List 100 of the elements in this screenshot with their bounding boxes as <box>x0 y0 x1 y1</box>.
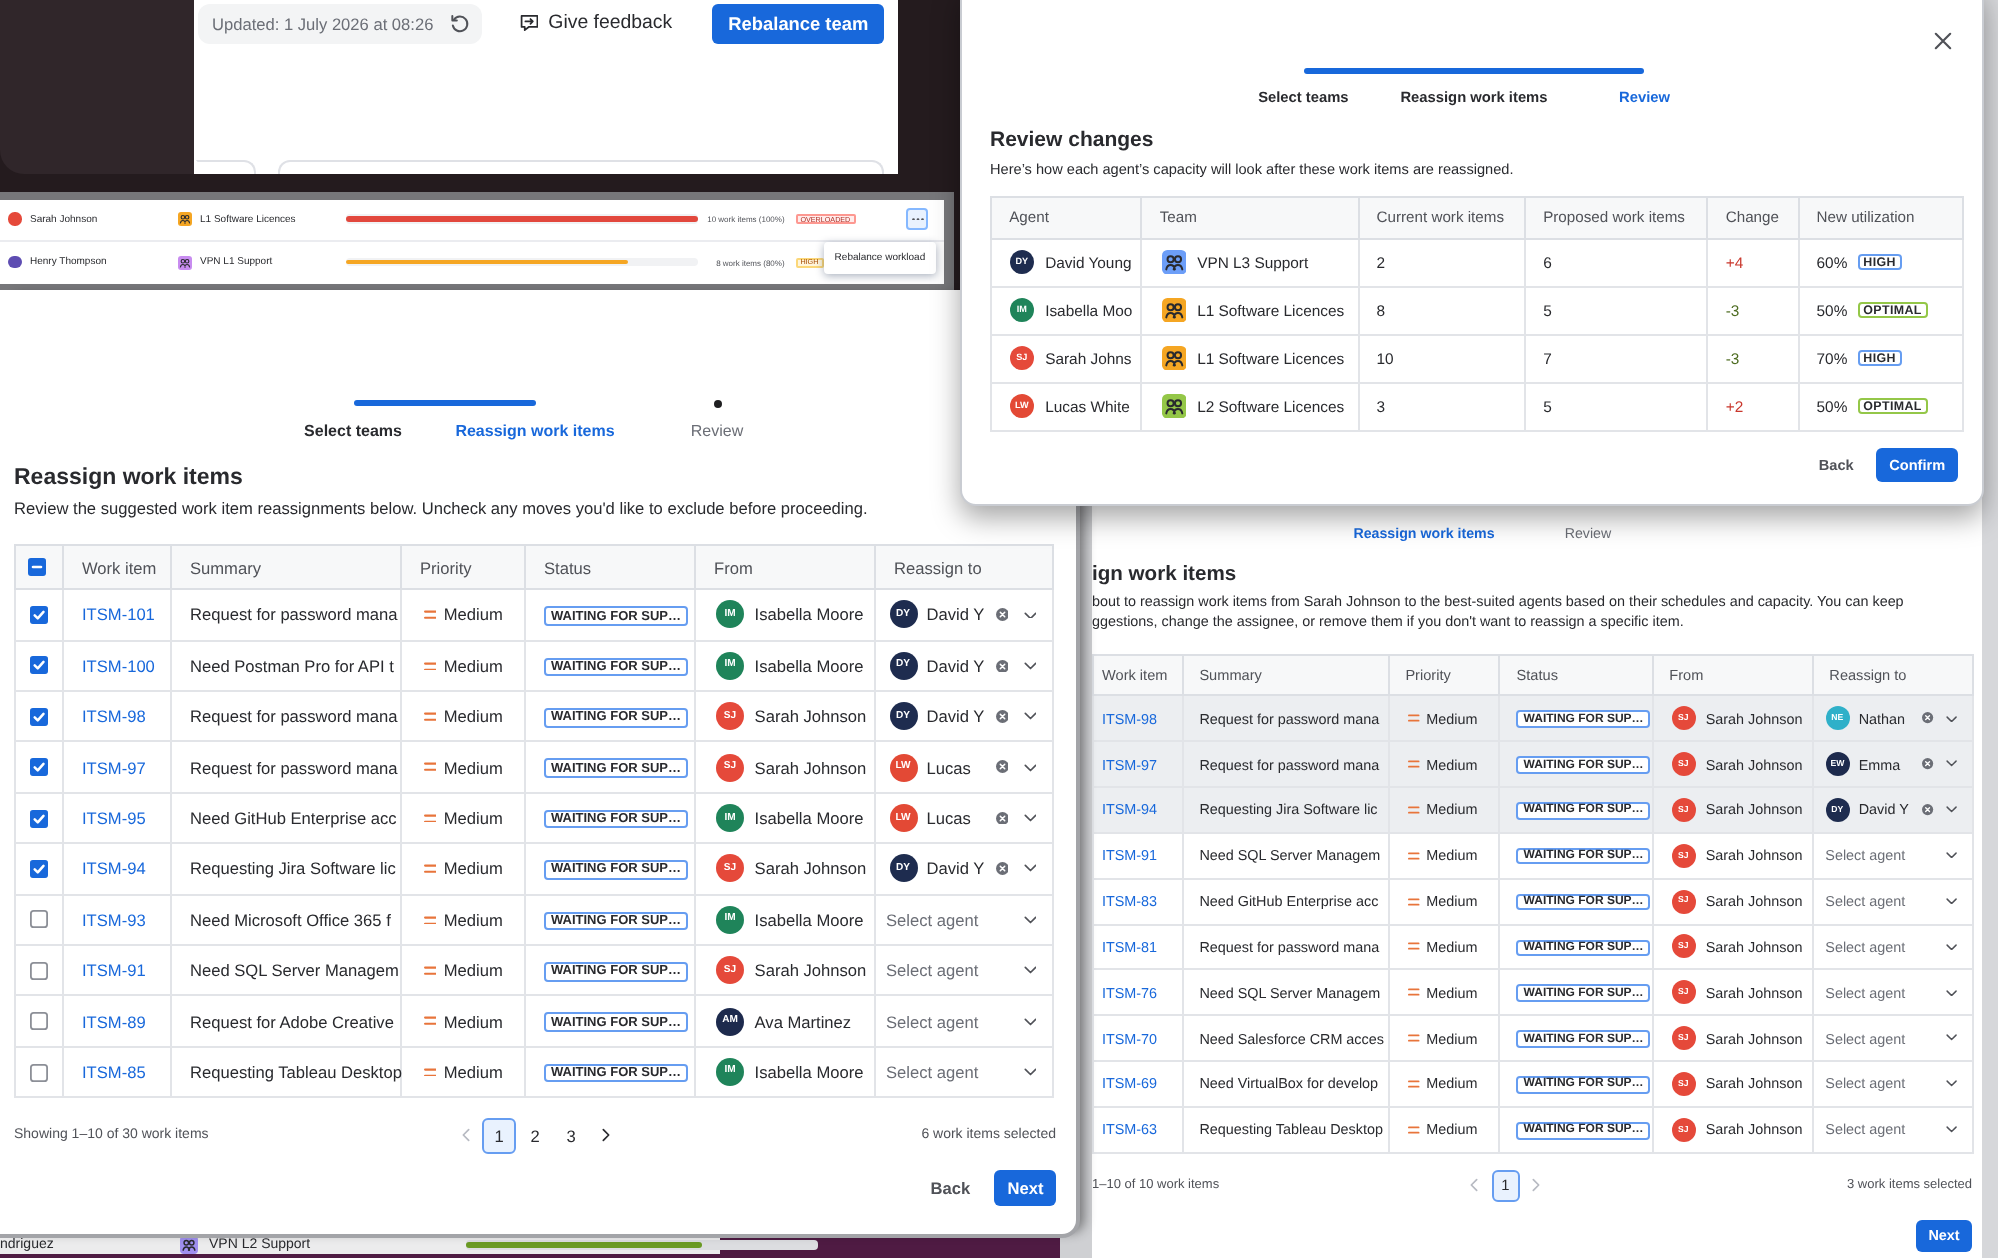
priority-label: Medium <box>443 655 503 676</box>
chevron-down-icon[interactable] <box>1023 661 1036 670</box>
equals-icon <box>1408 897 1420 906</box>
equals-icon <box>423 915 437 925</box>
chevron-down-icon[interactable] <box>1023 712 1036 721</box>
description-text: Review the suggested work item reassignments below. Uncheck any moves you'd like to exclude before proceeding. <box>14 498 870 520</box>
equals-icon <box>1408 1034 1420 1043</box>
priority-label: Medium <box>443 757 503 778</box>
checkbox[interactable] <box>30 859 48 878</box>
clear-icon[interactable] <box>1921 758 1934 770</box>
checkbox[interactable] <box>30 656 48 675</box>
checkbox[interactable] <box>30 758 48 777</box>
rebalance-team-button[interactable]: Rebalance team <box>712 3 884 45</box>
clear-icon[interactable] <box>995 608 1008 622</box>
column-header: Reassign to <box>875 545 1053 590</box>
refresh-icon[interactable] <box>450 13 470 34</box>
chevron-down-icon[interactable] <box>1946 1034 1958 1042</box>
chevron-down-icon[interactable] <box>1946 715 1958 722</box>
column-header: From <box>695 545 875 590</box>
close-icon[interactable] <box>1934 32 1952 50</box>
equals-icon <box>423 661 437 671</box>
agent-select[interactable]: Select agent <box>876 1047 1052 1097</box>
agent-name: Isabella Moore <box>754 655 864 676</box>
agent-select[interactable]: Select agent <box>876 895 1052 945</box>
checkbox[interactable] <box>30 1012 48 1031</box>
equals-icon <box>423 864 437 874</box>
chevron-down-icon[interactable] <box>1946 943 1958 951</box>
equals-icon <box>423 1067 437 1077</box>
feedback-icon <box>519 14 539 33</box>
chevron-down-icon[interactable] <box>1946 1080 1958 1088</box>
chevron-down-icon[interactable] <box>1023 915 1036 924</box>
checkbox[interactable] <box>30 910 48 929</box>
checkbox[interactable] <box>30 809 48 828</box>
section-title: ign work items <box>1092 561 1239 587</box>
table-cell: Request for password mana <box>171 589 401 641</box>
priority-label: Medium <box>443 960 503 981</box>
priority-label: Medium <box>443 1011 503 1032</box>
agent-name: Sarah Johnson <box>754 757 867 778</box>
dialog-title: Review changes <box>990 128 1156 154</box>
page-button[interactable]: 3 <box>554 1117 588 1154</box>
equals-icon <box>1408 1125 1420 1134</box>
agent-select[interactable]: Select agent <box>876 946 1052 995</box>
chevron-down-icon[interactable] <box>1023 814 1036 822</box>
checkbox[interactable] <box>30 961 48 980</box>
clear-icon[interactable] <box>995 862 1008 876</box>
chevron-down-icon[interactable] <box>1023 763 1036 772</box>
checkbox[interactable] <box>30 1063 48 1081</box>
chevron-down-icon[interactable] <box>1946 760 1958 768</box>
agent-name: Isabella Moore <box>754 1062 864 1082</box>
clear-icon[interactable] <box>995 710 1008 724</box>
agent-name: Sarah Johnson <box>754 706 867 727</box>
equals-icon <box>1408 1079 1420 1088</box>
chevron-right-icon[interactable] <box>601 1128 609 1143</box>
equals-icon <box>1408 851 1420 860</box>
equals-icon <box>1408 988 1420 997</box>
updated-text: Updated: 1 July 2026 at 08:26 <box>211 13 434 34</box>
chevron-down-icon[interactable] <box>1023 966 1036 975</box>
clear-icon[interactable] <box>995 811 1008 825</box>
agent-name: Ava Martinez <box>754 1011 852 1032</box>
step-label: Review <box>690 420 744 442</box>
clear-icon[interactable] <box>995 659 1008 673</box>
agent-select[interactable]: Select agent <box>876 996 1052 1046</box>
checkbox[interactable] <box>30 707 48 726</box>
table-cell: Request for password mana <box>171 741 401 793</box>
chevron-down-icon[interactable] <box>1023 864 1036 873</box>
page-button[interactable]: 1 <box>482 1117 516 1154</box>
checkbox[interactable] <box>30 605 48 624</box>
equals-icon <box>423 965 437 976</box>
more-button[interactable] <box>906 208 929 230</box>
card-background <box>195 160 257 174</box>
clear-icon[interactable] <box>1921 804 1934 816</box>
equals-icon <box>423 813 437 823</box>
equals-icon <box>1408 760 1420 769</box>
chevron-down-icon[interactable] <box>1946 897 1958 905</box>
chevron-down-icon[interactable] <box>1946 852 1958 859</box>
clear-icon[interactable] <box>1921 712 1934 725</box>
equals-icon <box>1408 805 1420 814</box>
column-header: Priority <box>401 545 525 590</box>
priority-label: Medium <box>443 1062 503 1082</box>
section-title: Reassign work items <box>14 464 245 492</box>
table-cell: Request for Adobe Creative <box>171 995 401 1047</box>
chevron-down-icon[interactable] <box>1946 989 1958 996</box>
column-header: Work item <box>63 545 171 590</box>
chevron-down-icon[interactable] <box>1946 1126 1958 1133</box>
equals-icon <box>1408 942 1420 951</box>
equals-icon <box>423 711 437 722</box>
chevron-down-icon[interactable] <box>1023 1068 1036 1076</box>
chevron-down-icon[interactable] <box>1946 806 1958 814</box>
agent-name: Isabella Moore <box>754 808 864 829</box>
next-button[interactable]: Next <box>994 1169 1056 1206</box>
back-button[interactable]: Back <box>917 1169 983 1206</box>
equals-icon <box>1408 714 1420 723</box>
page-button[interactable]: 2 <box>518 1117 552 1154</box>
feedback-button[interactable]: Give feedback <box>519 12 673 35</box>
checkbox[interactable] <box>28 558 46 577</box>
table-cell: Requesting Jira Software lic <box>171 843 401 895</box>
step-label: Select teams <box>304 420 402 442</box>
chevron-down-icon[interactable] <box>1023 611 1036 619</box>
clear-icon[interactable] <box>995 760 1008 774</box>
chevron-down-icon[interactable] <box>1023 1017 1036 1026</box>
